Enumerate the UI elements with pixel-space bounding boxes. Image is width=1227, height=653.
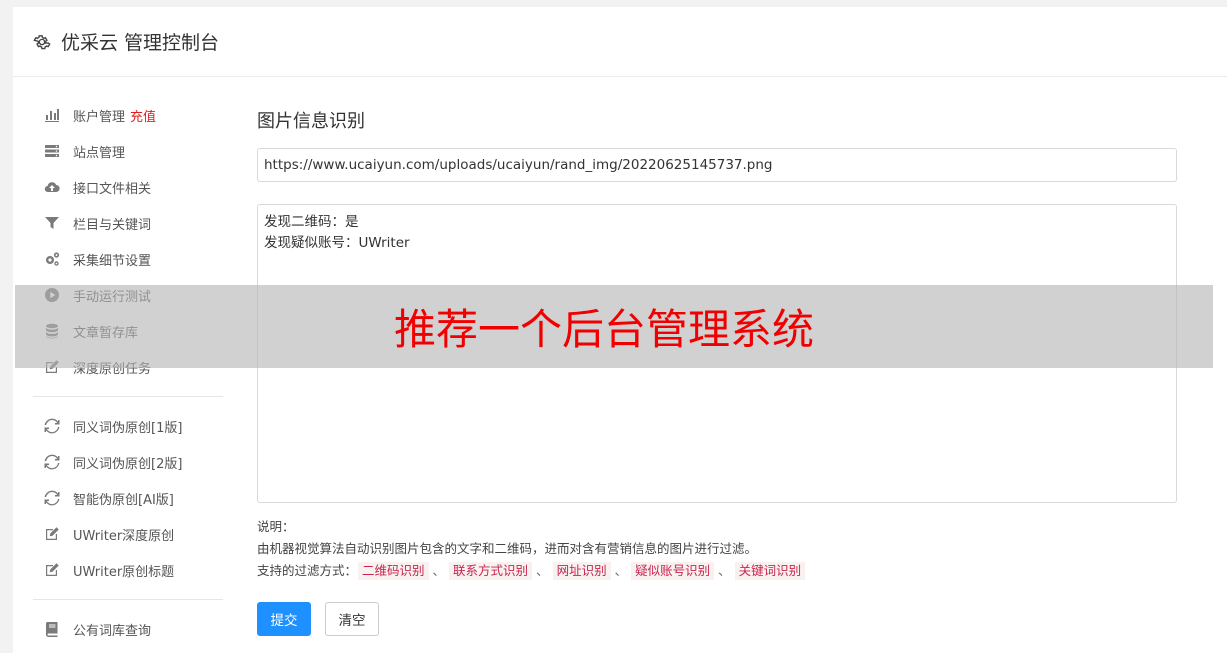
page-title: 优采云 管理控制台 [61,32,220,54]
sidebar-item-label: 接口文件相关 [73,181,152,197]
edit-icon [43,561,61,579]
watermark-banner: 推荐一个后台管理系统 [15,285,1213,368]
notes-description: 由机器视觉算法自动识别图片包含的文字和二维码，进而对含有营销信息的图片进行过滤。 [257,541,758,556]
refresh-icon [43,453,61,471]
sidebar-item-label: 账户管理 [73,109,126,125]
main-content: 图片信息识别 https://www.ucaiyun.com/uploads/u… [257,107,1177,636]
sidebar-divider [33,599,223,600]
sidebar-item-group1-1[interactable]: 站点管理 [33,133,223,169]
page-header: 优采云 管理控制台 [13,7,1227,77]
filter-chip: 网址识别 [552,562,611,580]
sidebar-item-label: 采集细节设置 [73,253,152,269]
result-line: 发现疑似账号：UWriter [264,235,410,251]
section-title: 图片信息识别 [257,111,365,132]
filter-separator: 、 [718,563,731,578]
sidebar-item-group1-4[interactable]: 采集细节设置 [33,241,223,277]
clear-button[interactable]: 清空 [325,602,379,636]
sidebar-item-label: 同义词伪原创[1版] [73,420,183,436]
filter-chip: 联系方式识别 [449,562,533,580]
sidebar-item-group2-2[interactable]: 智能伪原创[AI版] [33,480,223,516]
sidebar-item-group1-0[interactable]: 账户管理 充值 [33,97,223,133]
gear-icon [33,34,51,49]
sidebar-item-label: 同义词伪原创[2版] [73,456,183,472]
notes: 说明： 由机器视觉算法自动识别图片包含的文字和二维码，进而对含有营销信息的图片进… [257,516,1177,582]
refresh-icon [43,489,61,507]
sidebar-item-label: 站点管理 [73,145,126,161]
sidebar-item-group2-4[interactable]: UWriter原创标题 [33,552,223,588]
refresh-icon [43,417,61,435]
image-url-input[interactable]: https://www.ucaiyun.com/uploads/ucaiyun/… [257,148,1177,182]
cloud-upload-icon [43,178,61,196]
filter-separator: 、 [614,563,628,578]
submit-button[interactable]: 提交 [257,602,311,636]
action-buttons: 提交 清空 [257,602,1177,636]
recharge-link[interactable]: 充值 [130,106,156,125]
gears-icon [43,250,61,268]
sidebar-item-group2-1[interactable]: 同义词伪原创[2版] [33,444,223,480]
bar-chart-icon [43,106,61,124]
sidebar-item-group2-0[interactable]: 同义词伪原创[1版] [33,408,223,444]
filter-chip: 二维码识别 [358,562,429,580]
sidebar-item-label: UWriter深度原创 [73,528,175,544]
sidebar-item-group1-3[interactable]: 栏目与关键词 [33,205,223,241]
filter-separator: 、 [536,563,549,578]
sidebar-item-label: UWriter原创标题 [73,564,175,580]
sidebar-divider [33,396,223,397]
filter-label: 支持的过滤方式： [257,563,358,578]
server-icon [43,142,61,160]
filter-icon [43,214,61,232]
sidebar-item-label: 公有词库查询 [73,623,152,639]
watermark-text: 推荐一个后台管理系统 [393,305,814,354]
filter-methods: 支持的过滤方式： 二维码识别、联系方式识别、网址识别、疑似账号识别、关键词识别 [257,560,1177,582]
sidebar-item-group3-0[interactable]: 公有词库查询 [33,611,223,647]
image-url-value: https://www.ucaiyun.com/uploads/ucaiyun/… [264,157,773,173]
edit-icon [43,525,61,543]
filter-chip: 关键词识别 [734,562,806,580]
filter-chip: 疑似账号识别 [631,562,715,580]
notes-label: 说明： [257,519,295,534]
sidebar-item-label: 栏目与关键词 [73,217,152,233]
sidebar-item-group2-3[interactable]: UWriter深度原创 [33,516,223,552]
sidebar: 账户管理充值站点管理接口文件相关栏目与关键词采集细节设置手动运行测试文章暂存库深… [33,97,223,647]
sidebar-item-label: 智能伪原创[AI版] [73,492,174,508]
sidebar-item-group1-2[interactable]: 接口文件相关 [33,169,223,205]
book-icon [43,620,61,638]
result-line: 发现二维码：是 [264,214,359,230]
filter-separator: 、 [432,563,446,578]
